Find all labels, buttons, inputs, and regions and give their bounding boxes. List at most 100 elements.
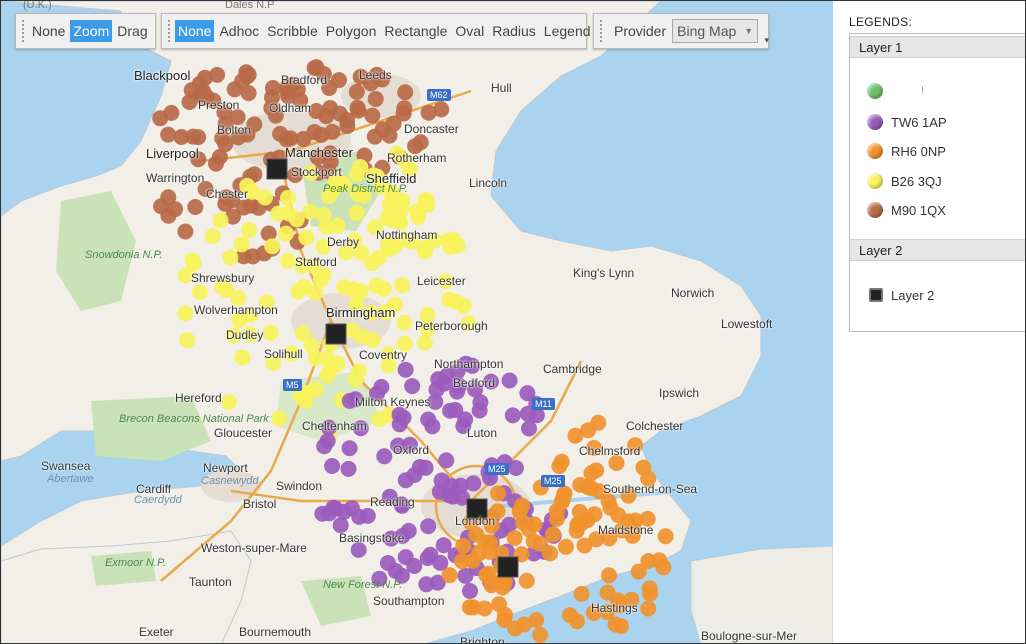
marker-m90[interactable] <box>331 72 347 89</box>
marker-rh6[interactable] <box>657 528 674 545</box>
polygon-button[interactable]: Polygon <box>323 20 380 42</box>
marker-rh6[interactable] <box>511 503 528 520</box>
draw-none-button[interactable]: None <box>175 20 215 42</box>
marker-tw6[interactable] <box>521 420 537 437</box>
marker-m90[interactable] <box>197 69 214 86</box>
map-view[interactable]: Blackpool Preston Bradford Leeds Hull Bolton O… <box>1 1 833 643</box>
marker-b26[interactable] <box>290 283 307 300</box>
marker-tw6[interactable] <box>501 372 518 389</box>
marker-b26[interactable] <box>302 203 319 220</box>
marker-tw6[interactable] <box>397 549 414 566</box>
marker-b26[interactable] <box>418 192 435 208</box>
marker-tw6[interactable] <box>395 409 412 426</box>
square-marker-icon[interactable] <box>497 556 519 578</box>
marker-rh6[interactable] <box>476 600 493 617</box>
marker-tw6[interactable] <box>341 440 358 457</box>
marker-tw6[interactable] <box>417 459 434 476</box>
marker-b26[interactable] <box>410 209 426 225</box>
legend-item-layer2[interactable]: Layer 2 <box>869 286 934 304</box>
marker-b26[interactable] <box>394 277 411 294</box>
marker-rh6[interactable] <box>557 538 574 555</box>
marker-b26[interactable] <box>184 252 201 269</box>
marker-b26[interactable] <box>350 363 367 380</box>
marker-m90[interactable] <box>397 84 414 101</box>
marker-rh6[interactable] <box>518 572 535 589</box>
marker-rh6[interactable] <box>441 567 458 584</box>
marker-b26[interactable] <box>257 189 273 206</box>
marker-tw6[interactable] <box>462 583 478 599</box>
marker-rh6[interactable] <box>588 462 605 479</box>
marker-m90[interactable] <box>187 199 204 215</box>
marker-tw6[interactable] <box>457 411 474 428</box>
marker-b26[interactable] <box>179 332 196 349</box>
marker-rh6[interactable] <box>640 553 657 569</box>
marker-b26[interactable] <box>177 305 194 322</box>
marker-tw6[interactable] <box>314 505 331 522</box>
marker-tw6[interactable] <box>457 567 474 584</box>
marker-m90[interactable] <box>177 223 194 240</box>
marker-m90[interactable] <box>160 126 177 143</box>
marker-b26[interactable] <box>212 212 229 229</box>
overflow-icon[interactable]: ▾ <box>764 35 769 46</box>
marker-rh6[interactable] <box>454 553 470 570</box>
marker-b26[interactable] <box>262 324 279 341</box>
marker-rh6[interactable] <box>551 458 568 475</box>
marker-m90[interactable] <box>153 198 170 215</box>
marker-rh6[interactable] <box>561 607 578 624</box>
marker-rh6[interactable] <box>590 414 607 431</box>
marker-tw6[interactable] <box>443 478 460 495</box>
marker-tw6[interactable] <box>340 460 357 477</box>
provider-select[interactable]: Bing Map ▼ <box>672 19 759 43</box>
marker-b26[interactable] <box>440 232 457 249</box>
marker-b26[interactable] <box>241 222 258 239</box>
scribble-button[interactable]: Scribble <box>264 20 321 42</box>
marker-tw6[interactable] <box>376 448 393 465</box>
marker-rh6[interactable] <box>641 580 658 597</box>
marker-m90[interactable] <box>163 104 180 121</box>
marker-b26[interactable] <box>220 393 237 410</box>
marker-b26[interactable] <box>280 252 297 269</box>
adhoc-button[interactable]: Adhoc <box>216 20 262 42</box>
marker-rh6[interactable] <box>572 476 589 493</box>
marker-b26[interactable] <box>319 350 336 367</box>
marker-m90[interactable] <box>349 99 366 116</box>
marker-rh6[interactable] <box>507 620 524 637</box>
marker-rh6[interactable] <box>455 537 472 554</box>
marker-b26[interactable] <box>295 325 311 342</box>
legend-item-green[interactable]: ! <box>867 82 924 100</box>
marker-tw6[interactable] <box>442 402 459 419</box>
legend-item-rh6[interactable]: RH6 0NP <box>867 142 946 160</box>
marker-b26[interactable] <box>270 205 287 222</box>
marker-m90[interactable] <box>420 104 437 121</box>
marker-b26[interactable] <box>348 205 365 221</box>
marker-m90[interactable] <box>364 107 381 124</box>
marker-b26[interactable] <box>315 207 332 223</box>
legend-item-m90[interactable]: M90 1QX <box>867 201 946 219</box>
marker-rh6[interactable] <box>491 596 508 613</box>
marker-b26[interactable] <box>234 349 251 366</box>
marker-rh6[interactable] <box>613 618 630 635</box>
marker-m90[interactable] <box>173 129 190 145</box>
marker-tw6[interactable] <box>504 407 521 424</box>
square-marker-icon[interactable] <box>266 158 288 180</box>
marker-b26[interactable] <box>277 225 294 242</box>
marker-b26[interactable] <box>264 238 281 255</box>
marker-tw6[interactable] <box>319 432 336 449</box>
rectangle-button[interactable]: Rectangle <box>381 20 450 42</box>
marker-tw6[interactable] <box>438 452 455 469</box>
marker-tw6[interactable] <box>380 555 396 571</box>
marker-rh6[interactable] <box>482 543 498 560</box>
marker-rh6[interactable] <box>545 526 561 543</box>
legend-item-tw6[interactable]: TW6 1AP <box>867 113 947 131</box>
oval-button[interactable]: Oval <box>452 20 487 42</box>
marker-m90[interactable] <box>366 128 383 145</box>
marker-tw6[interactable] <box>404 378 421 395</box>
square-marker-icon[interactable] <box>325 323 347 345</box>
marker-rh6[interactable] <box>569 517 586 534</box>
marker-m90[interactable] <box>318 108 335 125</box>
marker-rh6[interactable] <box>640 600 657 617</box>
zoom-none-button[interactable]: None <box>29 20 68 42</box>
marker-rh6[interactable] <box>483 577 500 594</box>
marker-b26[interactable] <box>416 334 433 351</box>
marker-b26[interactable] <box>271 410 288 427</box>
